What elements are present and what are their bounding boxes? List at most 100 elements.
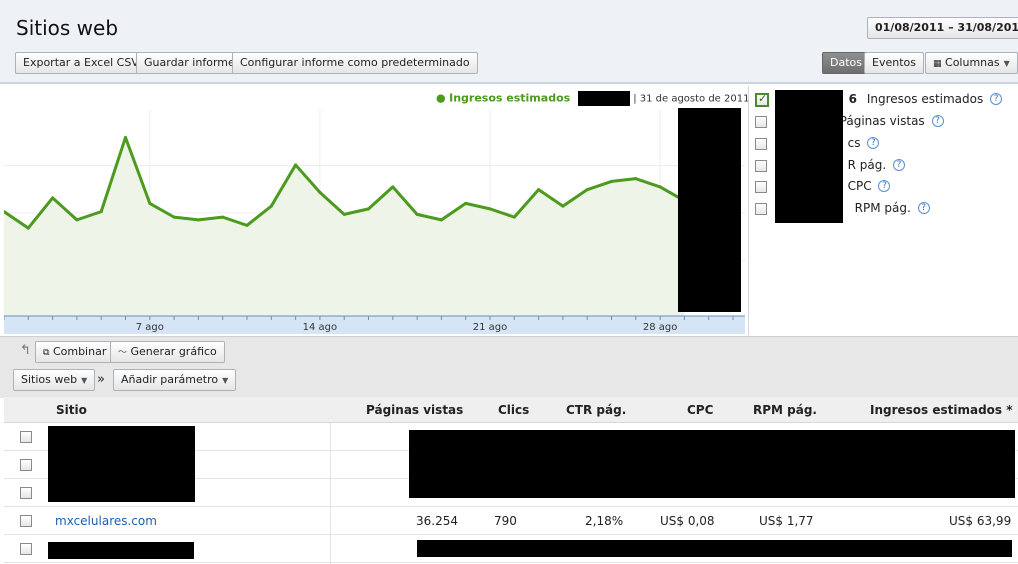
metrics-panel: 6 Ingresos estimados ? Páginas vistas ? … bbox=[748, 86, 1018, 336]
row-checkbox[interactable] bbox=[20, 543, 32, 555]
data-point bbox=[172, 215, 176, 219]
row-checkbox[interactable] bbox=[20, 459, 32, 471]
help-icon[interactable]: ? bbox=[893, 159, 906, 171]
help-icon[interactable]: ? bbox=[990, 93, 1003, 105]
chart-line-icon: 〜 bbox=[118, 348, 128, 358]
data-point bbox=[610, 179, 613, 183]
data-point bbox=[658, 185, 662, 189]
x-tick-label: 7 ago bbox=[136, 322, 164, 333]
metric-checkbox[interactable] bbox=[755, 202, 767, 215]
legend-dot-icon: ● bbox=[436, 91, 446, 105]
table-toolbar: ↰ ⧉ Combinar 〜 Generar gráfico Sitios we… bbox=[0, 336, 1018, 398]
x-axis-band bbox=[4, 316, 745, 334]
columns-label: Columnas bbox=[945, 56, 1000, 69]
col-revenue[interactable]: Ingresos estimados * ↓ bbox=[870, 403, 1018, 417]
data-point bbox=[585, 188, 589, 192]
data-point bbox=[342, 212, 346, 216]
table-header: Sitio Páginas vistas Clics CTR pág. CPC … bbox=[4, 397, 1018, 423]
data-point bbox=[634, 177, 638, 181]
redacted-value bbox=[577, 91, 630, 106]
cell-rpm: US$ 1,77 bbox=[759, 514, 814, 528]
row-checkbox[interactable] bbox=[20, 431, 32, 443]
help-icon[interactable]: ? bbox=[917, 202, 930, 214]
cell-ctr: 2,18% bbox=[585, 514, 624, 528]
export-csv-button[interactable]: Exportar a Excel CSV bbox=[15, 52, 147, 74]
date-range-label: 01/08/2011 – 31/08/2011 bbox=[875, 21, 1018, 34]
data-point bbox=[367, 207, 370, 211]
col-ctr[interactable]: CTR pág. bbox=[566, 403, 626, 417]
data-point bbox=[415, 212, 419, 216]
tab-data[interactable]: Datos bbox=[822, 52, 870, 74]
date-range-picker[interactable]: 01/08/2011 – 31/08/2011▼ bbox=[867, 17, 1018, 39]
tab-events[interactable]: Eventos bbox=[864, 52, 924, 74]
metric-checkbox[interactable] bbox=[755, 159, 767, 172]
legend-date: | 31 de agosto de 2011 bbox=[633, 93, 750, 105]
x-tick-label: 14 ago bbox=[303, 322, 338, 333]
data-point bbox=[561, 204, 565, 208]
cell-revenue: US$ 63,99 bbox=[949, 514, 1012, 528]
data-point bbox=[196, 218, 200, 222]
metric-value: 6 bbox=[848, 92, 858, 106]
dimension-dropdown[interactable]: Sitios web ▼ bbox=[13, 369, 96, 391]
x-tick-label: 21 ago bbox=[473, 322, 508, 333]
chevron-down-icon: ▼ bbox=[1003, 59, 1010, 68]
combine-label: Combinar bbox=[52, 345, 107, 358]
chevron-down-icon: ▼ bbox=[222, 376, 229, 385]
redacted-site-names bbox=[48, 426, 195, 502]
data-point bbox=[51, 196, 55, 200]
metric-checkbox[interactable] bbox=[755, 180, 767, 193]
breadcrumb-separator: » bbox=[97, 372, 105, 387]
data-point bbox=[99, 210, 103, 214]
columns-button[interactable]: ▦ Columnas ▼ bbox=[925, 52, 1018, 74]
site-link[interactable]: mxcelulares.com bbox=[55, 514, 157, 528]
page-title: Sitios web bbox=[16, 16, 119, 40]
col-page-views[interactable]: Páginas vistas bbox=[366, 403, 463, 417]
generate-chart-button[interactable]: 〜 Generar gráfico bbox=[110, 341, 225, 363]
metric-checkbox[interactable] bbox=[755, 92, 769, 107]
data-point bbox=[221, 215, 225, 219]
chart-legend: ● Ingresos estimados | 31 de agosto de 2… bbox=[436, 91, 749, 106]
row-checkbox[interactable] bbox=[20, 515, 32, 527]
metric-label: Ingresos estimados bbox=[866, 92, 984, 106]
generate-chart-label: Generar gráfico bbox=[130, 345, 217, 358]
return-arrow-icon: ↰ bbox=[20, 343, 31, 358]
chevron-down-icon: ▼ bbox=[81, 376, 88, 385]
data-point bbox=[269, 204, 273, 208]
add-parameter-dropdown[interactable]: Añadir parámetro ▼ bbox=[113, 369, 237, 391]
col-clicks[interactable]: Clics bbox=[498, 403, 529, 417]
data-point bbox=[391, 185, 395, 189]
metric-checkbox[interactable] bbox=[755, 137, 767, 150]
data-point bbox=[124, 135, 127, 139]
metric-label: Páginas vistas bbox=[839, 114, 925, 128]
metric-checkbox[interactable] bbox=[755, 115, 767, 128]
col-cpc[interactable]: CPC bbox=[687, 403, 713, 417]
data-point bbox=[464, 201, 468, 205]
combine-button[interactable]: ⧉ Combinar bbox=[35, 341, 115, 363]
combine-icon: ⧉ bbox=[43, 348, 50, 358]
cell-page-views: 36.254 bbox=[416, 514, 458, 528]
row-checkbox[interactable] bbox=[20, 487, 32, 499]
set-default-report-button[interactable]: Configurar informe como predeterminado bbox=[232, 52, 478, 74]
columns-icon: ▦ bbox=[933, 59, 942, 69]
cell-clicks: 790 bbox=[494, 514, 517, 528]
add-parameter-label: Añadir parámetro bbox=[121, 373, 219, 386]
data-point bbox=[245, 223, 249, 227]
help-icon[interactable]: ? bbox=[931, 115, 944, 127]
series-area bbox=[4, 137, 685, 316]
col-site[interactable]: Sitio bbox=[56, 403, 87, 417]
data-point bbox=[512, 215, 516, 219]
redacted-metric-values bbox=[775, 90, 843, 223]
help-icon[interactable]: ? bbox=[867, 137, 880, 149]
col-rpm[interactable]: RPM pág. bbox=[753, 403, 817, 417]
revenue-chart[interactable]: 7 ago 14 ago 21 ago 28 ago ● Ingresos estim… bbox=[2, 86, 749, 335]
data-point bbox=[537, 188, 541, 192]
data-point bbox=[26, 226, 30, 230]
metric-label: cs bbox=[847, 136, 861, 150]
redacted-row-values bbox=[409, 430, 1015, 498]
help-icon[interactable]: ? bbox=[878, 180, 891, 192]
save-report-button[interactable]: Guardar informe bbox=[136, 52, 243, 74]
data-point bbox=[488, 207, 492, 211]
metric-label: RPM pág. bbox=[854, 201, 911, 215]
chart-canvas: 7 ago 14 ago 21 ago 28 ago bbox=[2, 110, 745, 334]
redacted-row-values bbox=[417, 540, 1012, 557]
